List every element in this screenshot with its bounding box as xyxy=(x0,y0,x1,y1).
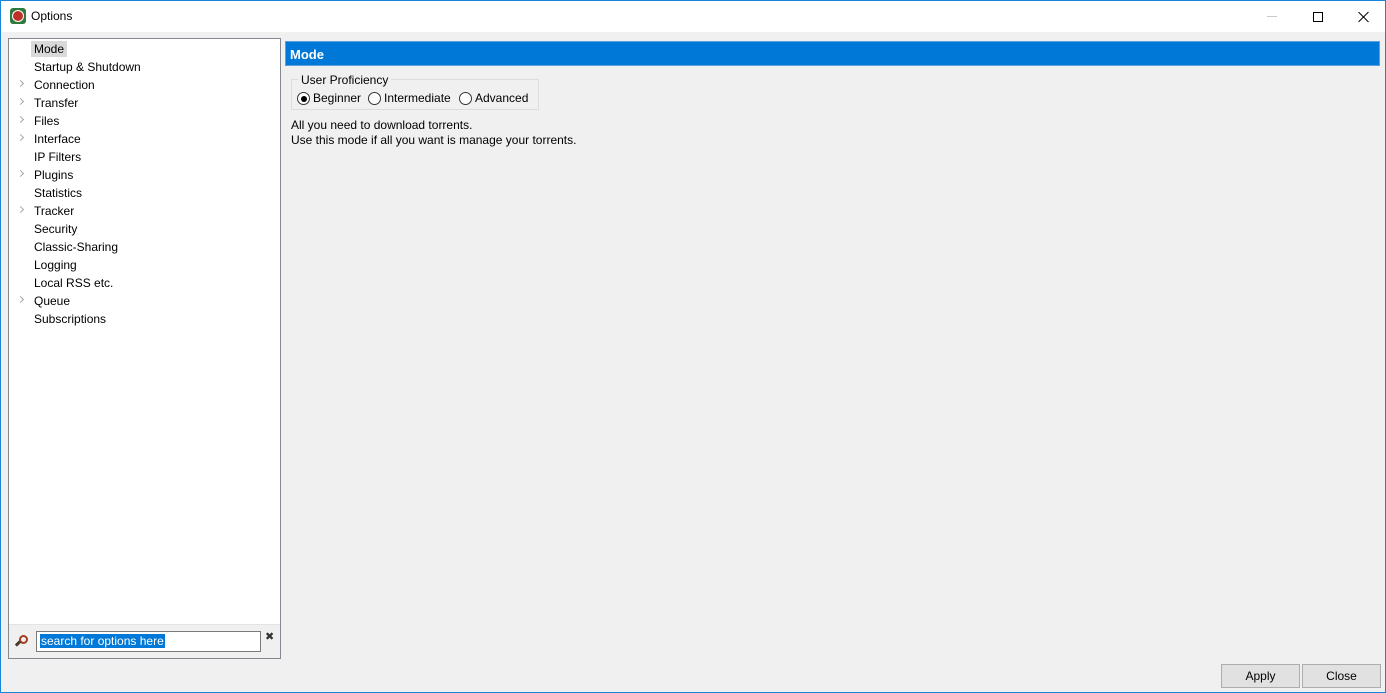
options-window: Options Mode Startup & Shutdown Connection… xyxy=(0,0,1386,693)
options-tree: Mode Startup & Shutdown Connection Transfer… xyxy=(8,38,281,659)
chevron-right-icon[interactable] xyxy=(18,296,24,304)
tree-item-label: Mode xyxy=(31,41,68,57)
tree-item[interactable]: Connection xyxy=(9,76,269,94)
tree-item-label: Tracker xyxy=(34,204,75,218)
mode-description-line-1: All you need to download torrents. xyxy=(291,118,473,132)
tree-item-label: Interface xyxy=(34,132,81,146)
tree-item-label: IP Filters xyxy=(34,150,82,164)
tree-item-label: Logging xyxy=(34,258,77,272)
title-bar: Options xyxy=(1,1,1385,32)
tree-item-label: Startup & Shutdown xyxy=(34,60,141,74)
minimize-icon xyxy=(1267,16,1277,17)
search-input-value: search for options here xyxy=(40,634,165,648)
tree-item-label: Security xyxy=(34,222,78,236)
maximize-button[interactable] xyxy=(1295,1,1341,32)
close-button[interactable]: Close xyxy=(1302,664,1381,688)
tree-item[interactable]: Plugins xyxy=(9,166,269,184)
tree-item[interactable]: Statistics xyxy=(9,184,269,202)
radio-circle xyxy=(368,92,381,105)
clear-icon[interactable]: ✖ xyxy=(265,630,274,643)
tree-item-label: Classic-Sharing xyxy=(34,240,119,254)
mode-description-line-2: Use this mode if all you want is manage … xyxy=(291,133,577,147)
tree-item-label: Local RSS etc. xyxy=(34,276,114,290)
tree-item[interactable]: Subscriptions xyxy=(9,310,269,328)
chevron-right-icon[interactable] xyxy=(18,134,24,142)
chevron-right-icon[interactable] xyxy=(18,80,24,88)
chevron-right-icon[interactable] xyxy=(18,206,24,214)
tree-item[interactable]: Transfer xyxy=(9,94,269,112)
apply-button[interactable]: Apply xyxy=(1221,664,1300,688)
close-icon xyxy=(1358,11,1370,23)
app-icon xyxy=(10,8,26,24)
chevron-right-icon[interactable] xyxy=(18,170,24,178)
radio-circle xyxy=(297,92,310,105)
magnifier-icon[interactable] xyxy=(14,634,29,648)
user-proficiency-group: User Proficiency Beginner Intermediate A… xyxy=(291,73,539,110)
chevron-right-icon[interactable] xyxy=(18,98,24,106)
tree-item[interactable]: Tracker xyxy=(9,202,269,220)
radio-circle xyxy=(459,92,472,105)
tree-item-label: Queue xyxy=(34,294,71,308)
tree-item-label: Files xyxy=(34,114,60,128)
maximize-icon xyxy=(1313,11,1323,22)
minimize-button[interactable] xyxy=(1249,1,1295,32)
section-title: Mode xyxy=(290,47,324,62)
tree-item[interactable]: Logging xyxy=(9,256,269,274)
tree-item[interactable]: Startup & Shutdown xyxy=(9,58,269,76)
tree-item[interactable]: Classic-Sharing xyxy=(9,238,269,256)
window-title: Options xyxy=(31,9,73,23)
tree-item[interactable]: Queue xyxy=(9,292,269,310)
tree-item[interactable]: Mode xyxy=(9,40,269,58)
tree-item-label: Connection xyxy=(34,78,95,92)
tree-item-label: Subscriptions xyxy=(34,312,107,326)
chevron-right-icon[interactable] xyxy=(18,116,24,124)
close-window-button[interactable] xyxy=(1341,1,1386,32)
tree-item[interactable]: Local RSS etc. xyxy=(9,274,269,292)
search-input[interactable]: search for options here xyxy=(36,631,261,652)
tree-item[interactable]: Security xyxy=(9,220,269,238)
section-header: Mode xyxy=(285,41,1380,66)
tree-item[interactable]: Interface xyxy=(9,130,269,148)
tree-item[interactable]: Files xyxy=(9,112,269,130)
tree-item-label: Transfer xyxy=(34,96,79,110)
radio-label: Intermediate xyxy=(384,91,451,105)
group-label: User Proficiency xyxy=(298,73,392,87)
tree-item-label: Plugins xyxy=(34,168,74,182)
radio-label: Advanced xyxy=(475,91,529,105)
tree-item-label: Statistics xyxy=(34,186,83,200)
radio-label: Beginner xyxy=(313,91,362,105)
search-area: search for options here ✖ xyxy=(9,624,280,658)
tree-item[interactable]: IP Filters xyxy=(9,148,269,166)
